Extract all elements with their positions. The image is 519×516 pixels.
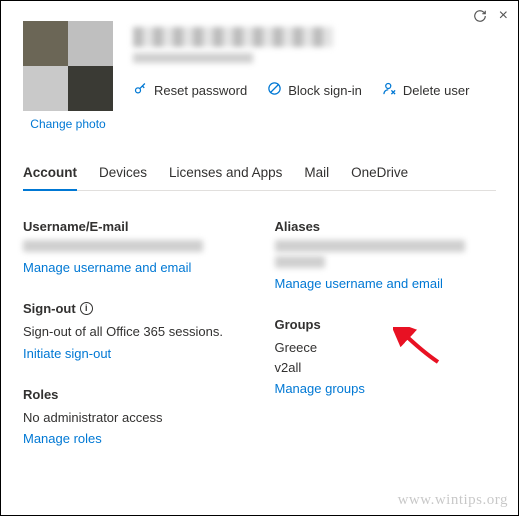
watermark: www.wintips.org xyxy=(398,492,508,509)
aliases-title: Aliases xyxy=(275,219,497,234)
manage-groups-link[interactable]: Manage groups xyxy=(275,381,365,396)
refresh-icon[interactable] xyxy=(473,9,487,26)
reset-password-button[interactable]: Reset password xyxy=(133,81,247,99)
tab-account[interactable]: Account xyxy=(23,165,77,190)
avatar xyxy=(23,21,113,111)
delete-user-button[interactable]: Delete user xyxy=(382,81,469,99)
user-display-name xyxy=(133,27,333,47)
delete-user-icon xyxy=(382,81,397,99)
signout-title: Sign-out i xyxy=(23,301,245,316)
alias-value-2 xyxy=(275,256,325,268)
manage-username-link[interactable]: Manage username and email xyxy=(23,260,191,275)
tab-mail[interactable]: Mail xyxy=(304,165,329,190)
manage-roles-link[interactable]: Manage roles xyxy=(23,431,102,446)
key-icon xyxy=(133,81,148,99)
groups-title: Groups xyxy=(275,317,497,332)
block-signin-button[interactable]: Block sign-in xyxy=(267,81,362,99)
tab-onedrive[interactable]: OneDrive xyxy=(351,165,408,190)
group-item-1: Greece xyxy=(275,338,497,358)
tab-devices[interactable]: Devices xyxy=(99,165,147,190)
change-photo-link[interactable]: Change photo xyxy=(30,117,105,131)
roles-body: No administrator access xyxy=(23,408,245,428)
user-subtitle xyxy=(133,53,253,63)
initiate-signout-link[interactable]: Initiate sign-out xyxy=(23,346,111,361)
block-icon xyxy=(267,81,282,99)
group-item-2: v2all xyxy=(275,358,497,378)
delete-user-label: Delete user xyxy=(403,83,469,98)
tab-licenses[interactable]: Licenses and Apps xyxy=(169,165,282,190)
username-title: Username/E-mail xyxy=(23,219,245,234)
block-signin-label: Block sign-in xyxy=(288,83,362,98)
info-icon[interactable]: i xyxy=(80,302,93,315)
username-value xyxy=(23,240,203,252)
roles-title: Roles xyxy=(23,387,245,402)
manage-aliases-link[interactable]: Manage username and email xyxy=(275,276,443,291)
alias-value-1 xyxy=(275,240,465,252)
reset-password-label: Reset password xyxy=(154,83,247,98)
close-icon[interactable]: × xyxy=(499,9,508,26)
signout-body: Sign-out of all Office 365 sessions. xyxy=(23,322,245,342)
tabs: Account Devices Licenses and Apps Mail O… xyxy=(23,165,496,191)
